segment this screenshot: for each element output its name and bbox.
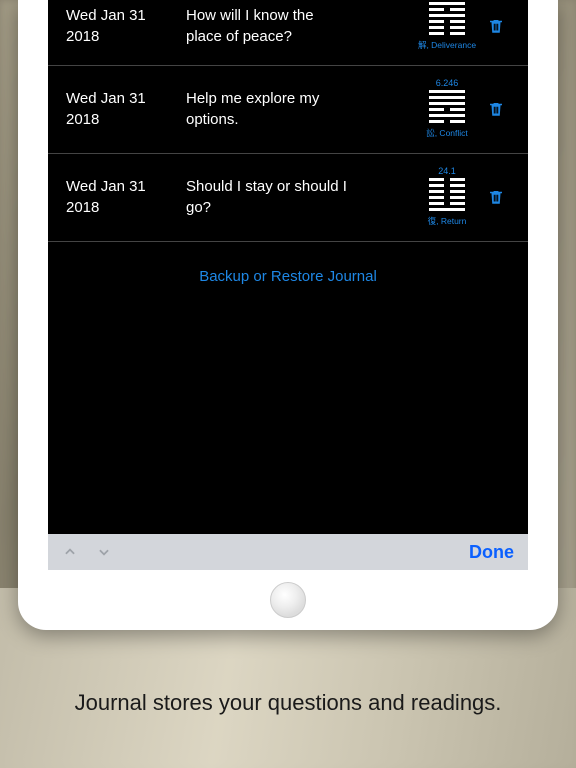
delete-icon[interactable] bbox=[487, 99, 505, 119]
delete-icon[interactable] bbox=[487, 16, 505, 36]
kb-up-icon[interactable] bbox=[62, 545, 78, 559]
entry-date: Wed Jan 312018 bbox=[66, 5, 186, 47]
kb-down-icon[interactable] bbox=[96, 545, 112, 559]
keyboard-accessory-bar: Done bbox=[48, 534, 528, 570]
journal-list: Wed Jan 312018How will I know theplace o… bbox=[48, 0, 528, 534]
delete-icon[interactable] bbox=[487, 187, 505, 207]
kb-nav-arrows bbox=[62, 545, 112, 559]
home-button[interactable] bbox=[270, 582, 306, 618]
done-button[interactable]: Done bbox=[469, 542, 514, 563]
entry-question: How will I know theplace of peace? bbox=[186, 5, 416, 47]
hexagram-icon bbox=[429, 90, 465, 123]
hexagram-block: 6.246 訟, Conflict bbox=[416, 78, 478, 139]
journal-entry[interactable]: Wed Jan 312018How will I know theplace o… bbox=[48, 0, 528, 66]
hexagram-icon bbox=[429, 2, 465, 35]
hexagram-name: 訟, Conflict bbox=[426, 127, 468, 139]
entry-date: Wed Jan 312018 bbox=[66, 88, 186, 130]
hexagram-block: 24.1 復, Return bbox=[416, 166, 478, 227]
hexagram-number: 6.246 bbox=[436, 78, 459, 88]
hexagram-icon bbox=[429, 178, 465, 211]
marketing-caption: Journal stores your questions and readin… bbox=[0, 688, 576, 718]
hexagram-number: 24.1 bbox=[438, 166, 456, 176]
app-screen: Wed Jan 312018How will I know theplace o… bbox=[48, 0, 528, 570]
hexagram-name: 復, Return bbox=[428, 215, 467, 227]
entry-date: Wed Jan 312018 bbox=[66, 176, 186, 218]
backup-restore-button[interactable]: Backup or Restore Journal bbox=[199, 268, 377, 285]
entry-question: Should I stay or should Igo? bbox=[186, 176, 416, 218]
hexagram-block: 解, Deliverance bbox=[416, 0, 478, 51]
ipad-frame: Wed Jan 312018How will I know theplace o… bbox=[18, 0, 558, 630]
journal-entry[interactable]: Wed Jan 312018Help me explore myoptions.… bbox=[48, 66, 528, 154]
hexagram-name: 解, Deliverance bbox=[418, 39, 476, 51]
journal-entry[interactable]: Wed Jan 312018Should I stay or should Ig… bbox=[48, 154, 528, 242]
entry-question: Help me explore myoptions. bbox=[186, 88, 416, 130]
